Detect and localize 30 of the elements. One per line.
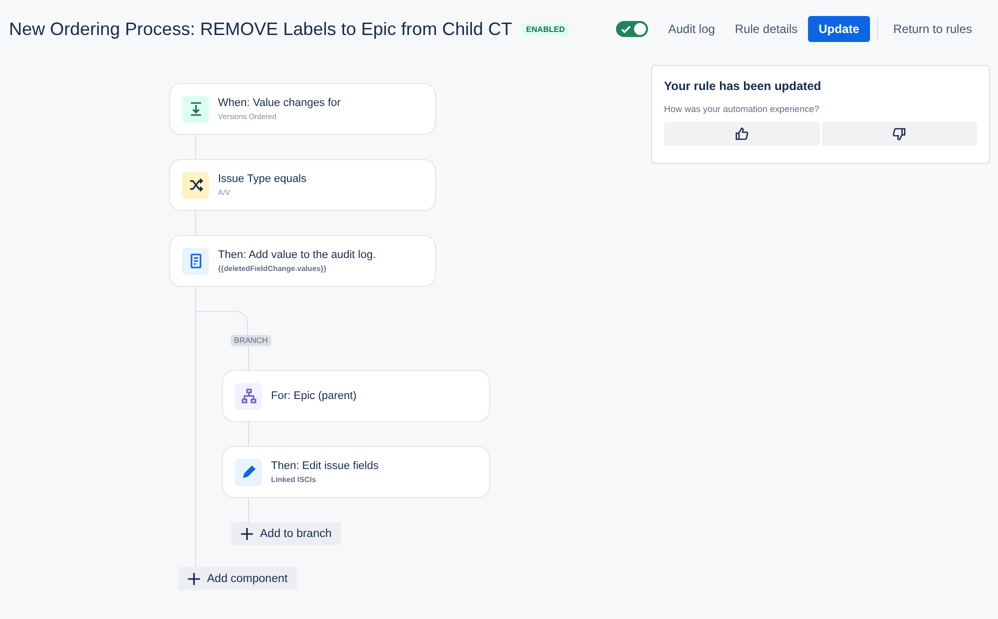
thumbs-down-icon bbox=[892, 127, 906, 141]
feedback-question: How was your automation experience? bbox=[664, 104, 820, 114]
branch-label: BRANCH bbox=[231, 335, 271, 346]
enable-toggle[interactable] bbox=[616, 21, 648, 37]
rule-step-card[interactable]: For: Epic (parent) bbox=[222, 370, 490, 422]
status-badge: ENABLED bbox=[522, 22, 569, 36]
step-title: When: Value changes for bbox=[218, 97, 341, 109]
log-icon bbox=[182, 248, 209, 274]
step-title: Issue Type equals bbox=[218, 173, 306, 185]
hierarchy-icon bbox=[235, 382, 262, 410]
condition-icon bbox=[182, 172, 209, 198]
thumbs-up-icon bbox=[734, 127, 749, 141]
plus-icon bbox=[187, 572, 201, 586]
return-link[interactable]: Return to rules bbox=[883, 16, 982, 42]
header-link[interactable]: Audit log bbox=[658, 16, 725, 42]
plus-icon bbox=[240, 526, 254, 540]
check-icon bbox=[620, 23, 632, 35]
update-button[interactable]: Update bbox=[808, 16, 870, 42]
panel-title: Your rule has been updated bbox=[664, 79, 822, 93]
trigger-icon bbox=[182, 96, 209, 122]
step-title: For: Epic (parent) bbox=[271, 390, 357, 402]
step-title: Then: Add value to the audit log. bbox=[218, 249, 376, 261]
header-link[interactable]: Rule details bbox=[724, 16, 808, 42]
rule-title: New Ordering Process: REMOVE Labels to Epic from Child CT bbox=[9, 18, 512, 40]
thumbs-up-button[interactable] bbox=[664, 122, 820, 146]
step-title: Then: Edit issue fields bbox=[271, 460, 379, 472]
thumbs-down-button[interactable] bbox=[822, 122, 977, 146]
add-to-branch-button[interactable]: Add to branch bbox=[231, 522, 341, 545]
pencil-icon bbox=[235, 458, 262, 486]
add-component-button[interactable]: Add component bbox=[178, 567, 297, 590]
